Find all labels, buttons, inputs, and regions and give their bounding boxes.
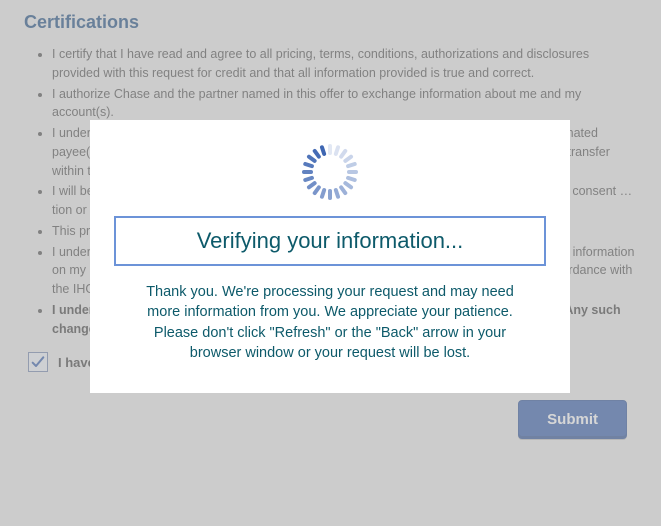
loading-spinner-icon <box>302 144 358 200</box>
modal-heading: Verifying your information... <box>124 228 536 254</box>
verifying-modal: Verifying your information... Thank you.… <box>90 120 570 393</box>
modal-body: Thank you. We're processing your request… <box>114 282 546 363</box>
modal-heading-box: Verifying your information... <box>114 216 546 266</box>
